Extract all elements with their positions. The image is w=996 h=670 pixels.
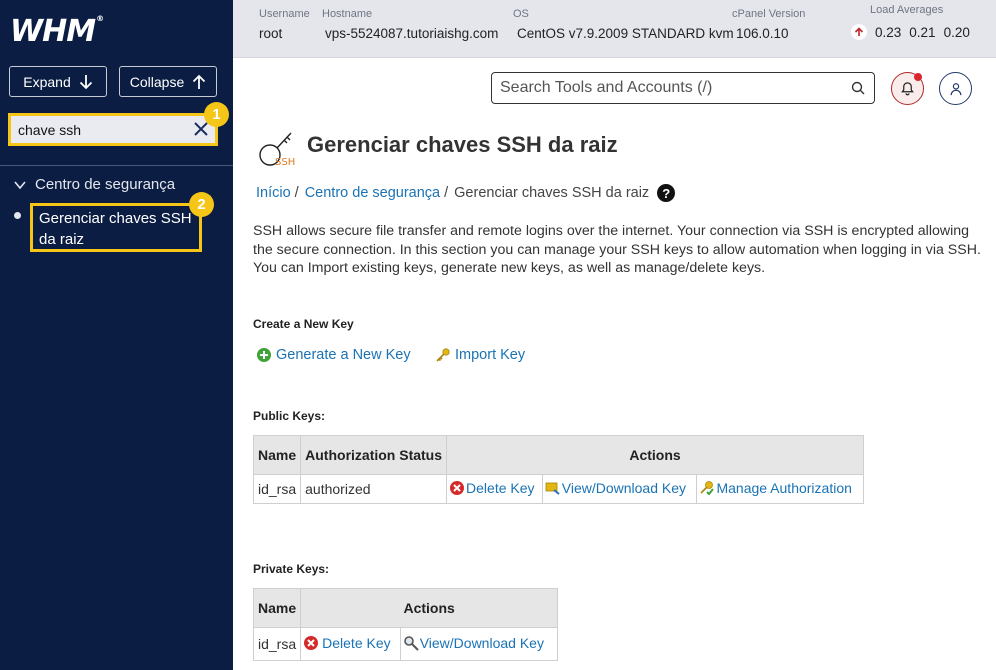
breadcrumb: Início / Centro de segurança / Gerenciar…: [256, 184, 676, 202]
load-averages-label: Load Averages: [870, 4, 944, 16]
search-icon[interactable]: [851, 81, 865, 95]
column-header-actions: Actions: [300, 588, 559, 628]
notifications-button[interactable]: [891, 72, 924, 105]
os-label: OS: [513, 8, 529, 20]
server-info-bar: Username root Hostname vps-5524087.tutor…: [233, 0, 996, 58]
delete-icon: [304, 635, 319, 650]
sidebar-search-input[interactable]: [11, 116, 187, 143]
ssh-key-icon: SSH: [259, 132, 295, 168]
table-header-row: Name Authorization Status Actions: [252, 435, 865, 475]
key-icon: [436, 348, 450, 362]
hostname-value: vps-5524087.tutoriaishg.com: [325, 26, 499, 41]
user-menu-button[interactable]: [939, 72, 972, 105]
notification-dot: [914, 73, 922, 81]
generate-key-link[interactable]: Generate a New Key: [256, 347, 411, 363]
chevron-down-icon: [14, 180, 26, 189]
collapse-button[interactable]: Collapse: [119, 66, 217, 97]
sidebar-item-manage-ssh-keys[interactable]: Gerenciar chaves SSH da raiz: [30, 203, 202, 252]
key-name: id_rsa: [252, 627, 302, 661]
bell-icon: [901, 82, 914, 96]
key-name: id_rsa: [252, 474, 302, 504]
load-15min: 0.20: [943, 24, 970, 40]
generate-key-label: Generate a New Key: [276, 347, 411, 363]
username-value: root: [259, 26, 283, 41]
delete-key-label: Delete Key: [322, 634, 391, 651]
public-keys-table: Name Authorization Status Actions id_rsa…: [252, 435, 865, 504]
page-title: Gerenciar chaves SSH da raiz: [307, 132, 618, 157]
os-value: CentOS v7.9.2009 STANDARD kvm: [517, 26, 734, 41]
view-download-key-link[interactable]: View/Download Key: [545, 480, 686, 496]
user-icon: [950, 82, 961, 95]
sidebar-divider: [0, 165, 233, 166]
arrow-down-icon: [79, 74, 92, 89]
breadcrumb-home[interactable]: Início: [256, 185, 291, 201]
private-keys-heading: Private Keys:: [253, 562, 330, 576]
delete-key-label: Delete Key: [466, 479, 535, 496]
column-header-status: Authorization Status: [300, 435, 448, 475]
help-icon[interactable]: ?: [657, 184, 676, 202]
key-view-icon: [545, 482, 560, 495]
manage-authorization-link[interactable]: Manage Authorization: [699, 479, 852, 496]
expand-button[interactable]: Expand: [9, 66, 107, 97]
view-download-key-label: View/Download Key: [561, 479, 687, 496]
step-badge-1: 1: [204, 102, 229, 127]
breadcrumb-security-center[interactable]: Centro de segurança: [305, 185, 440, 201]
load-1min: 0.23: [875, 24, 902, 40]
cpanel-version-label: cPanel Version: [732, 8, 806, 20]
breadcrumb-separator: /: [294, 185, 299, 201]
load-5min: 0.21: [909, 24, 936, 40]
view-download-key-link[interactable]: View/Download Key: [403, 635, 544, 651]
add-circle-icon: [257, 348, 271, 362]
sidebar: WHM® Expand Collapse 1 Centro de seguran…: [0, 0, 233, 670]
username-label: Username: [259, 8, 310, 20]
ssh-logo-text: SSH: [275, 157, 295, 168]
breadcrumb-separator: /: [444, 185, 449, 201]
column-header-name: Name: [252, 435, 302, 475]
key-authorize-icon: [700, 480, 715, 495]
arrow-up-icon: [193, 74, 206, 89]
delete-key-link[interactable]: Delete Key: [449, 479, 535, 496]
sidebar-category-security[interactable]: Centro de segurança: [14, 176, 175, 193]
public-keys-heading: Public Keys:: [253, 409, 326, 423]
search-input[interactable]: [492, 73, 832, 103]
arrow-up-icon: [851, 24, 867, 40]
logo-text: WHM: [10, 14, 96, 49]
global-search: [491, 72, 875, 104]
create-key-heading: Create a New Key: [253, 317, 354, 331]
intro-text: SSH allows secure file transfer and remo…: [253, 223, 981, 276]
import-key-link[interactable]: Import Key: [435, 347, 525, 363]
delete-key-link[interactable]: Delete Key: [303, 634, 391, 651]
private-keys-table: Name Actions id_rsa Delete Key View/Down…: [252, 588, 559, 661]
table-row: id_rsa authorized Delete Key View/Downlo…: [252, 474, 865, 504]
hostname-label: Hostname: [322, 8, 373, 20]
authorization-status: authorized: [300, 474, 448, 504]
table-header-row: Name Actions: [252, 588, 559, 628]
step-badge-2: 2: [189, 192, 214, 217]
collapse-label: Collapse: [129, 73, 185, 90]
view-download-key-label: View/Download Key: [419, 634, 544, 651]
sidebar-search-box: [8, 113, 218, 146]
bullet-icon: [14, 212, 21, 219]
column-header-actions: Actions: [446, 435, 865, 475]
whm-logo[interactable]: WHM®: [10, 14, 104, 49]
column-header-name: Name: [252, 588, 302, 628]
table-row: id_rsa Delete Key View/Download Key: [252, 627, 559, 661]
breadcrumb-current: Gerenciar chaves SSH da raiz: [454, 185, 650, 201]
key-magnifier-icon: [403, 635, 419, 651]
expand-label: Expand: [23, 73, 71, 90]
import-key-label: Import Key: [455, 347, 526, 363]
cpanel-version-value: 106.0.10: [736, 26, 789, 41]
manage-authorization-label: Manage Authorization: [716, 479, 852, 496]
sidebar-category-label: Centro de segurança: [35, 176, 176, 193]
delete-icon: [450, 480, 465, 495]
